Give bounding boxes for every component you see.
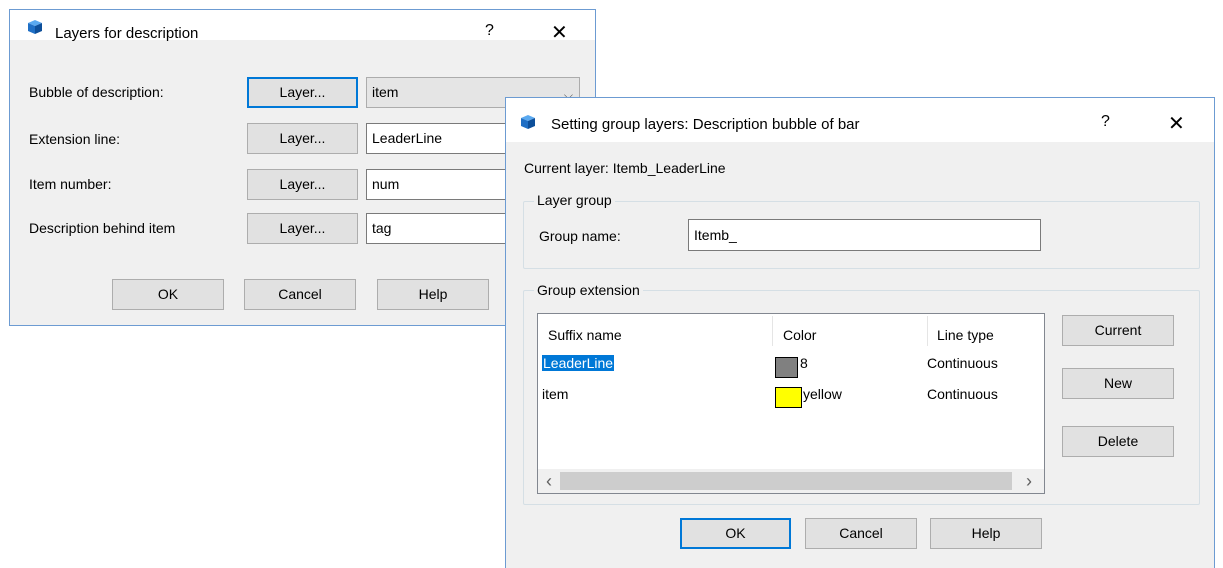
suffix-cell-selected[interactable]: LeaderLine [542,355,615,371]
current-layer-label: Current layer: Itemb_LeaderLine [524,160,726,176]
suffix-cell[interactable]: item [542,386,568,402]
scroll-left-icon[interactable]: ‹ [546,471,552,492]
app-cube-icon [519,113,537,131]
scroll-right-icon[interactable]: › [1026,471,1032,492]
horizontal-scrollbar[interactable]: ‹ › [538,469,1044,493]
cancel-button[interactable]: Cancel [244,279,356,310]
row-label-item-number: Item number: [29,176,112,192]
close-icon[interactable]: ✕ [551,20,568,45]
new-button[interactable]: New [1062,368,1174,399]
cancel-button[interactable]: Cancel [805,518,917,549]
help-button[interactable]: Help [377,279,489,310]
color-name-cell: yellow [803,386,842,402]
color-swatch-gray[interactable] [775,357,798,378]
title-bar: Layers for description ? ✕ [10,10,595,44]
group-name-input[interactable]: Itemb_ [688,219,1041,251]
column-separator [927,316,928,346]
line-type-cell: Continuous [927,355,998,371]
dialog-title: Layers for description [55,25,199,42]
layer-button-item-number[interactable]: Layer... [247,169,358,200]
ok-button[interactable]: OK [112,279,224,310]
color-name-cell: 8 [800,355,808,371]
column-header-color[interactable]: Color [783,327,816,343]
group-extension-caption: Group extension [534,282,643,298]
help-icon[interactable]: ? [485,22,494,40]
help-icon[interactable]: ? [1101,113,1110,131]
dialog-title: Setting group layers: Description bubble… [551,116,860,133]
title-bar: Setting group layers: Description bubble… [506,98,1214,142]
combo-value: item [372,84,399,100]
extension-layer-field[interactable]: LeaderLine [366,123,526,154]
app-cube-icon [26,18,44,36]
scroll-thumb[interactable] [560,472,1012,490]
row-label-extension: Extension line: [29,131,121,147]
column-separator [772,316,773,346]
setting-group-layers-dialog: Setting group layers: Description bubble… [505,97,1215,568]
ok-button[interactable]: OK [680,518,791,549]
layer-button-description-behind[interactable]: Layer... [247,213,358,244]
close-icon[interactable]: ✕ [1168,111,1185,136]
group-name-label: Group name: [539,228,621,244]
column-header-line-type[interactable]: Line type [937,327,994,343]
layer-group-caption: Layer group [534,192,615,208]
group-extension-list[interactable]: Suffix name Color Line type LeaderLine 8… [537,313,1045,494]
item-number-layer-field[interactable]: num [366,169,526,200]
row-label-description-behind: Description behind item [29,220,176,236]
current-button[interactable]: Current [1062,315,1174,346]
row-label-bubble: Bubble of description: [29,84,164,100]
description-behind-layer-field[interactable]: tag [366,213,526,244]
help-button[interactable]: Help [930,518,1042,549]
delete-button[interactable]: Delete [1062,426,1174,457]
layer-button-bubble[interactable]: Layer... [247,77,358,108]
column-header-suffix[interactable]: Suffix name [548,327,622,343]
color-swatch-yellow[interactable] [775,387,802,408]
layer-button-extension[interactable]: Layer... [247,123,358,154]
line-type-cell: Continuous [927,386,998,402]
